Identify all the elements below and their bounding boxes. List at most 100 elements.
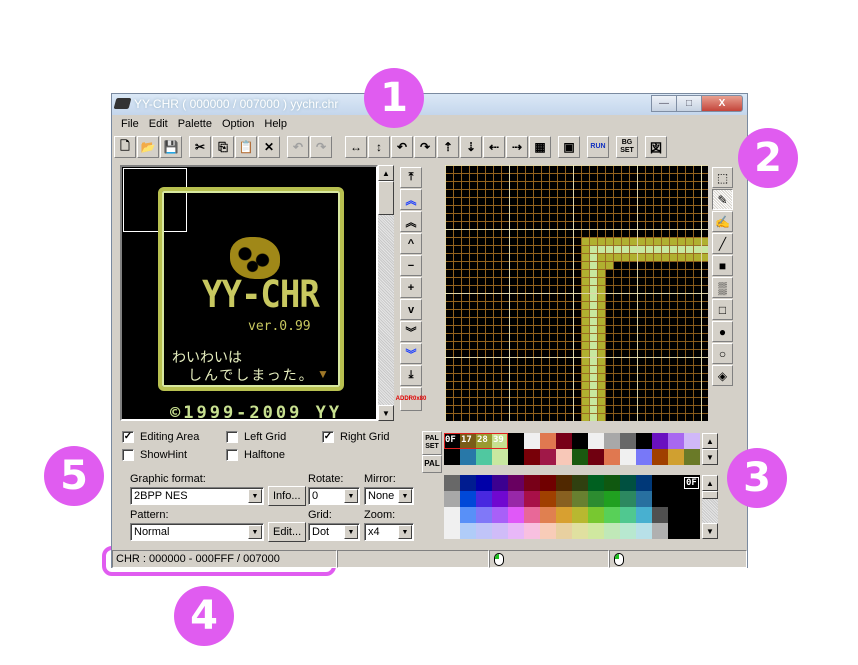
palette-set-swatch[interactable] xyxy=(508,433,524,449)
zoom-select[interactable]: x4 ▼ xyxy=(364,523,414,541)
palette-color-swatch[interactable] xyxy=(540,475,556,491)
copy-button[interactable]: ⎘ xyxy=(212,136,234,158)
checkbox-editing-area[interactable]: ✓ Editing Area xyxy=(122,431,199,443)
cut-button[interactable]: ✂ xyxy=(189,136,211,158)
scroll-bottom-button[interactable]: ⤓ xyxy=(400,365,422,386)
palette-color-swatch[interactable] xyxy=(492,475,508,491)
palgrid-thumb[interactable] xyxy=(702,491,718,499)
pen-tool-button[interactable]: ✎ xyxy=(712,189,733,210)
palette-color-swatch[interactable] xyxy=(604,523,620,539)
palette-color-swatch[interactable] xyxy=(652,491,668,507)
palette-color-swatch[interactable] xyxy=(524,507,540,523)
palette-color-swatch[interactable] xyxy=(636,491,652,507)
maximize-button[interactable]: □ xyxy=(676,95,702,112)
chr-preview[interactable]: YY-CHR ver.0.99 わいわいは しんでしまった。 ▼ ©1999-2… xyxy=(120,165,378,421)
flip-horizontal-button[interactable]: ↔ xyxy=(345,136,367,158)
palette-color-swatch[interactable] xyxy=(668,507,684,523)
palset-tab[interactable]: PAL SET xyxy=(422,431,442,455)
palette-set-swatch[interactable] xyxy=(444,449,460,465)
palette-color-swatch[interactable] xyxy=(556,475,572,491)
palette-color-swatch[interactable] xyxy=(524,491,540,507)
palette-color-swatch[interactable] xyxy=(668,523,684,539)
scroll-down-button[interactable]: ▼ xyxy=(378,405,394,421)
delete-button[interactable]: ✕ xyxy=(258,136,280,158)
palette-set-swatch[interactable] xyxy=(604,433,620,449)
palette-color-swatch[interactable] xyxy=(460,491,476,507)
palette-color-swatch[interactable] xyxy=(620,507,636,523)
palette-color-swatch[interactable] xyxy=(476,507,492,523)
brush-tool-button[interactable]: ✍ xyxy=(712,211,733,232)
palette-set-swatch[interactable] xyxy=(604,449,620,465)
palgrid-up-button[interactable]: ▲ xyxy=(702,475,718,491)
palette-color-swatch[interactable] xyxy=(652,475,668,491)
edit-pattern-button[interactable]: Edit... xyxy=(268,522,307,542)
palette-set-swatch[interactable] xyxy=(668,433,684,449)
palette-color-swatch[interactable] xyxy=(460,475,476,491)
menu-option[interactable]: Option xyxy=(217,115,259,133)
palette-set-swatch[interactable] xyxy=(508,449,524,465)
palette-set-swatch[interactable] xyxy=(620,433,636,449)
palette-color-swatch[interactable] xyxy=(524,523,540,539)
palette-color-swatch[interactable] xyxy=(588,523,604,539)
palset-scrollbar[interactable]: ▲ ▼ xyxy=(702,433,718,465)
palette-color-swatch[interactable] xyxy=(444,507,460,523)
palette-color-swatch[interactable] xyxy=(684,507,700,523)
palette-color-swatch[interactable] xyxy=(572,475,588,491)
flip-vertical-button[interactable]: ↕ xyxy=(368,136,390,158)
menu-file[interactable]: File xyxy=(116,115,144,133)
undo-button[interactable]: ↶ xyxy=(287,136,309,158)
checkbox-left-grid[interactable]: Left Grid xyxy=(226,431,286,443)
palette-color-swatch[interactable] xyxy=(540,507,556,523)
palette-color-swatch[interactable] xyxy=(508,491,524,507)
preview-scrollbar[interactable]: ▲ ▼ xyxy=(378,165,394,421)
palette-set-swatch[interactable] xyxy=(620,449,636,465)
minus-button[interactable]: − xyxy=(400,255,422,276)
close-button[interactable]: X xyxy=(701,95,743,112)
dither-rect-tool-button[interactable]: ▒ xyxy=(712,277,733,298)
palette-color-swatch[interactable] xyxy=(460,507,476,523)
shift-right-button[interactable]: ⇢ xyxy=(506,136,528,158)
rotate-left-button[interactable]: ↶ xyxy=(391,136,413,158)
palette-color-swatch[interactable] xyxy=(540,491,556,507)
palgrid-scrollbar[interactable]: ▲ ▼ xyxy=(702,475,718,539)
palette-color-swatch[interactable] xyxy=(556,491,572,507)
palette-color-swatch[interactable] xyxy=(572,491,588,507)
palette-set-swatch[interactable] xyxy=(540,433,556,449)
checkbox-right-grid[interactable]: ✓ Right Grid xyxy=(322,431,390,443)
filled-circle-tool-button[interactable]: ● xyxy=(712,321,733,342)
palette-color-swatch[interactable] xyxy=(492,491,508,507)
grid-select[interactable]: Dot ▼ xyxy=(308,523,360,541)
page-up-button[interactable]: ︽ xyxy=(400,211,422,232)
palette-color-swatch[interactable] xyxy=(652,507,668,523)
menu-palette[interactable]: Palette xyxy=(173,115,217,133)
palette-set-swatch[interactable] xyxy=(572,449,588,465)
palette-color-swatch[interactable] xyxy=(636,475,652,491)
palette-set-swatch[interactable] xyxy=(652,433,668,449)
palette-color-swatch[interactable] xyxy=(444,491,460,507)
palette-color-swatch[interactable] xyxy=(492,523,508,539)
filled-rect-tool-button[interactable]: ■ xyxy=(712,255,733,276)
redo-button[interactable]: ↷ xyxy=(310,136,332,158)
palette-set-swatch[interactable] xyxy=(524,449,540,465)
palette-color-swatch[interactable] xyxy=(572,507,588,523)
menu-edit[interactable]: Edit xyxy=(144,115,173,133)
palette-set-swatch[interactable] xyxy=(684,433,700,449)
palette-color-swatch[interactable] xyxy=(652,523,668,539)
palette-set-swatch[interactable] xyxy=(668,449,684,465)
rotate-right-button[interactable]: ↷ xyxy=(414,136,436,158)
save-button[interactable]: 💾 xyxy=(160,136,182,158)
palette-color-swatch[interactable] xyxy=(476,475,492,491)
palette-color-swatch[interactable] xyxy=(620,523,636,539)
palette-color-swatch[interactable] xyxy=(524,475,540,491)
rect-tool-button[interactable]: □ xyxy=(712,299,733,320)
open-folder-button[interactable]: 📂 xyxy=(137,136,159,158)
palette-set-swatch[interactable] xyxy=(556,433,572,449)
palgrid-down-button[interactable]: ▼ xyxy=(702,523,718,539)
palette-color-swatch[interactable] xyxy=(508,507,524,523)
bg-set-button[interactable]: BG SET xyxy=(616,136,638,158)
palset-down-button[interactable]: ▼ xyxy=(702,449,718,465)
palette-color-swatch[interactable] xyxy=(476,491,492,507)
palette-color-swatch[interactable] xyxy=(620,491,636,507)
palette-color-swatch[interactable] xyxy=(604,475,620,491)
palette-set-swatch[interactable] xyxy=(588,449,604,465)
